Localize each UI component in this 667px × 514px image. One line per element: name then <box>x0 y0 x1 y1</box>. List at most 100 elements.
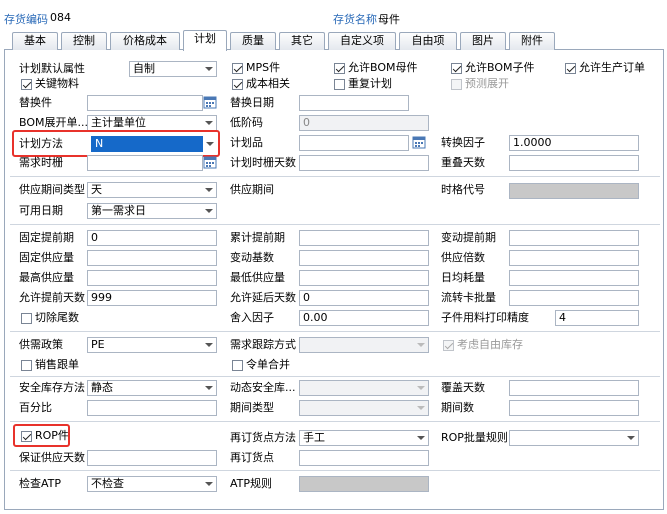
dyn-safety-select[interactable] <box>299 380 429 396</box>
tab-quality[interactable]: 质量 <box>230 32 276 50</box>
tab-other[interactable]: 其它 <box>279 32 325 50</box>
reorder-method-label: 再订货点方法 <box>230 431 296 444</box>
chevron-down-icon <box>417 386 425 390</box>
calendar-icon[interactable] <box>203 155 217 169</box>
cut-tail-checkbox[interactable] <box>21 313 32 324</box>
sales-follow-label: 销售跟单 <box>35 358 79 371</box>
overlap-days-input[interactable] <box>509 155 639 171</box>
plan-item-label: 计划品 <box>230 136 263 149</box>
calendar-icon[interactable] <box>203 95 217 109</box>
reorder-method-select[interactable]: 手工 <box>299 430 429 446</box>
child-precision-input[interactable]: 4 <box>555 310 639 326</box>
demand-fence-input[interactable] <box>87 155 203 171</box>
bom-expand-select[interactable]: 主计量单位 <box>87 115 217 131</box>
supply-period-type-select[interactable]: 天 <box>87 182 217 198</box>
min-supply-label: 最低供应量 <box>230 271 285 284</box>
convert-factor-input[interactable]: 1.0000 <box>509 135 639 151</box>
divider <box>10 331 660 332</box>
trace-method-label: 需求跟踪方式 <box>230 338 296 351</box>
tab-custom-items[interactable]: 自定义项 <box>328 32 396 50</box>
sales-follow-checkbox[interactable] <box>21 360 32 371</box>
guarantee-days-label: 保证供应天数 <box>19 451 85 464</box>
min-supply-input[interactable] <box>299 270 429 286</box>
default-attr-select[interactable]: 自制 <box>129 61 217 77</box>
percent-input[interactable] <box>87 400 217 416</box>
chevron-down-icon <box>417 436 425 440</box>
fixed-lead-input[interactable]: 0 <box>87 230 217 246</box>
allow-bom-child-label: 允许BOM子件 <box>465 61 535 74</box>
order-merge-checkbox[interactable] <box>232 360 243 371</box>
consider-free-stock-checkbox[interactable] <box>443 340 454 351</box>
cost-related-label: 成本相关 <box>246 77 290 90</box>
check-atp-label: 检查ATP <box>19 477 62 490</box>
tab-price-cost[interactable]: 价格成本 <box>110 32 180 50</box>
allow-delay-label: 允许延后天数 <box>230 291 296 304</box>
plan-fence-days-label: 计划时栅天数 <box>230 156 296 169</box>
max-supply-input[interactable] <box>87 270 217 286</box>
allow-bom-child-checkbox[interactable] <box>451 63 462 74</box>
avail-date-label: 可用日期 <box>19 204 63 217</box>
percent-label: 百分比 <box>19 401 52 414</box>
cum-lead-input[interactable] <box>299 230 429 246</box>
tab-images[interactable]: 图片 <box>460 32 506 50</box>
flow-batch-input[interactable] <box>509 290 639 306</box>
var-base-input[interactable] <box>299 250 429 266</box>
reschedule-checkbox[interactable] <box>334 79 345 90</box>
var-lead-input[interactable] <box>509 230 639 246</box>
allow-prod-order-checkbox[interactable] <box>565 63 576 74</box>
replace-input[interactable] <box>87 95 203 111</box>
atp-rule-label: ATP规则 <box>230 477 273 490</box>
supply-policy-select[interactable]: PE <box>87 337 217 353</box>
allow-ahead-input[interactable]: 999 <box>87 290 217 306</box>
allow-bom-parent-checkbox[interactable] <box>334 63 345 74</box>
tab-attachments[interactable]: 附件 <box>509 32 555 50</box>
chevron-down-icon <box>205 67 213 71</box>
tab-plan[interactable]: 计划 <box>183 30 227 51</box>
replace-date-input[interactable] <box>299 95 409 111</box>
cost-related-checkbox[interactable] <box>232 79 243 90</box>
fixed-supply-input[interactable] <box>87 250 217 266</box>
daily-usage-input[interactable] <box>509 270 639 286</box>
replace-date-label: 替换日期 <box>230 96 274 109</box>
reorder-point-input[interactable] <box>299 450 429 466</box>
forecast-expand-checkbox[interactable] <box>451 79 462 90</box>
time-code-input <box>509 183 639 199</box>
supply-period-type-label: 供应期间类型 <box>19 183 85 196</box>
safety-period-type-select[interactable] <box>299 400 429 416</box>
chevron-down-icon <box>205 209 213 213</box>
trace-method-select[interactable] <box>299 337 429 353</box>
period-count-input[interactable] <box>509 400 639 416</box>
replace-label: 替换件 <box>19 96 52 109</box>
rop-batch-rule-select[interactable] <box>509 430 639 446</box>
key-material-checkbox[interactable] <box>21 79 32 90</box>
fixed-lead-label: 固定提前期 <box>19 231 74 244</box>
inventory-code-label: 存货编码 <box>4 13 48 26</box>
safety-method-select[interactable]: 静态 <box>87 380 217 396</box>
plan-method-callout <box>12 130 220 157</box>
cut-tail-label: 切除尾数 <box>35 311 79 324</box>
round-factor-input[interactable]: 0.00 <box>299 310 429 326</box>
check-atp-select[interactable]: 不检查 <box>87 476 217 492</box>
chevron-down-icon <box>205 188 213 192</box>
avail-date-select[interactable]: 第一需求日 <box>87 203 217 219</box>
plan-fence-days-input[interactable] <box>299 155 429 171</box>
cover-days-input[interactable] <box>509 380 639 396</box>
guarantee-days-input[interactable] <box>87 450 217 466</box>
calendar-icon[interactable] <box>412 135 426 149</box>
chevron-down-icon <box>205 343 213 347</box>
reschedule-label: 重复计划 <box>348 77 392 90</box>
supply-multiple-input[interactable] <box>509 250 639 266</box>
allow-delay-input[interactable]: 0 <box>299 290 429 306</box>
plan-item-input[interactable] <box>299 135 409 151</box>
safety-method-label: 安全库存方法 <box>19 381 85 394</box>
tab-free-items[interactable]: 自由项 <box>399 32 457 50</box>
divider <box>10 376 660 377</box>
mps-checkbox[interactable] <box>232 63 243 74</box>
rop-batch-rule-label: ROP批量规则 <box>441 431 508 444</box>
rop-callout <box>13 424 70 447</box>
tab-basic[interactable]: 基本 <box>12 32 58 50</box>
tab-bar: 基本 控制 价格成本 计划 质量 其它 自定义项 自由项 图片 附件 <box>4 30 664 51</box>
dyn-safety-label: 动态安全库... <box>230 381 296 394</box>
tab-control[interactable]: 控制 <box>61 32 107 50</box>
supply-policy-label: 供需政策 <box>19 338 63 351</box>
